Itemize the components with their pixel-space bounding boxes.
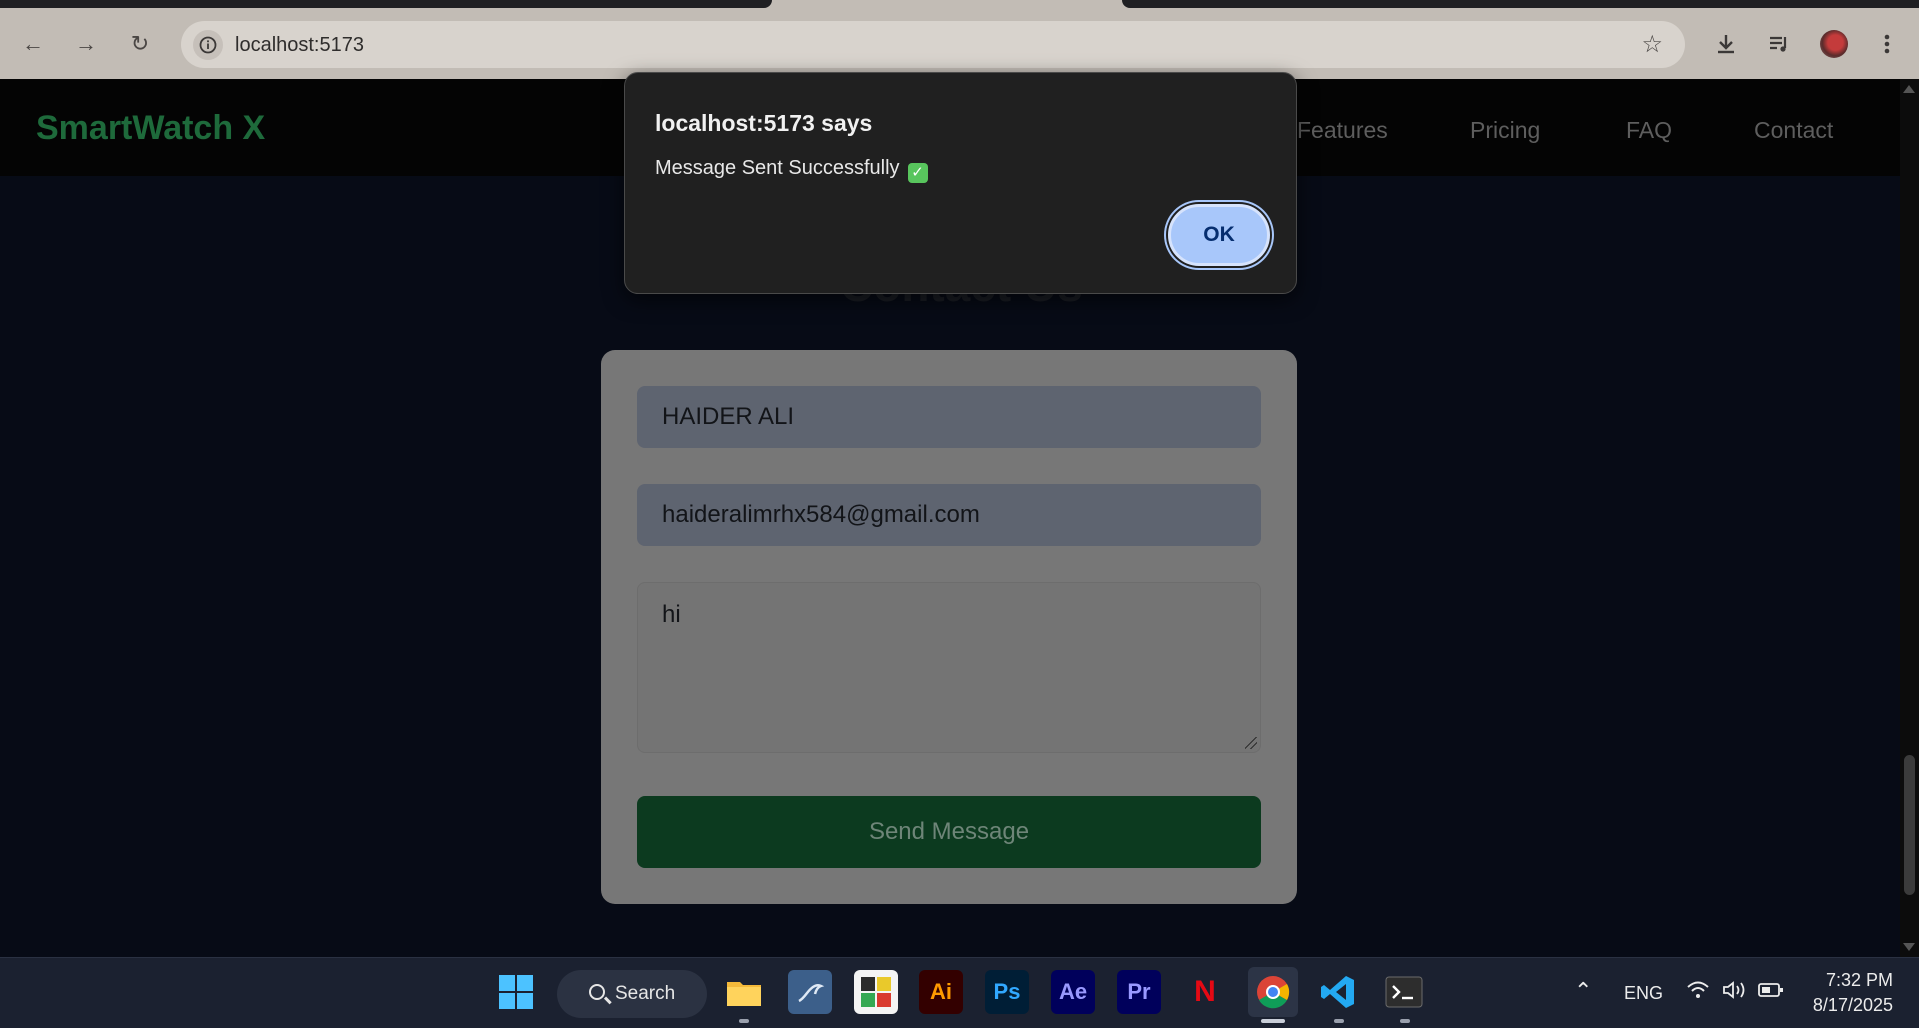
message-field[interactable]: hi <box>637 582 1261 753</box>
active-indicator <box>1261 1019 1285 1023</box>
tab-strip <box>0 0 1919 8</box>
clock-date[interactable]: 8/17/2025 <box>1807 995 1893 1016</box>
name-field[interactable]: HAIDER ALI <box>637 386 1261 448</box>
vscode-icon[interactable] <box>1316 970 1360 1014</box>
page-scrollbar[interactable] <box>1900 79 1919 957</box>
scroll-up-arrow[interactable] <box>1903 85 1915 93</box>
start-windows-icon[interactable] <box>494 970 538 1014</box>
send-message-button[interactable]: Send Message <box>637 796 1261 868</box>
resize-handle-icon[interactable] <box>1245 737 1257 749</box>
dialog-message: Message Sent Successfully ✓ <box>655 157 928 183</box>
taskbar-search[interactable]: Search <box>557 970 707 1018</box>
url-text: localhost:5173 <box>235 34 364 56</box>
game-app-icon[interactable] <box>854 970 898 1014</box>
dialog-message-text: Message Sent Successfully <box>655 157 900 179</box>
scrollbar-thumb[interactable] <box>1904 755 1915 895</box>
running-indicator <box>1400 1019 1410 1023</box>
contact-form: HAIDER ALI haideralimrhx584@gmail.com hi… <box>601 350 1297 904</box>
search-icon <box>589 984 605 1000</box>
reload-icon[interactable]: ↻ <box>126 30 154 58</box>
nav-contact[interactable]: Contact <box>1754 117 1833 144</box>
bookmark-star-icon[interactable]: ☆ <box>1641 30 1663 59</box>
download-icon[interactable] <box>1712 30 1740 58</box>
terminal-icon[interactable] <box>1382 970 1426 1014</box>
premiere-pro-icon[interactable]: Pr <box>1117 970 1161 1014</box>
illustrator-icon[interactable]: Ai <box>919 970 963 1014</box>
media-control-icon[interactable] <box>1765 30 1793 58</box>
language-indicator[interactable]: ENG <box>1624 983 1663 1004</box>
file-explorer-icon[interactable] <box>722 970 766 1014</box>
ok-button[interactable]: OK <box>1168 204 1270 266</box>
running-indicator <box>1334 1019 1344 1023</box>
brand-logo[interactable]: SmartWatch X <box>36 109 265 148</box>
back-icon[interactable]: ← <box>19 30 47 58</box>
address-bar[interactable]: localhost:5173 ☆ <box>181 21 1685 68</box>
alert-dialog: localhost:5173 says Message Sent Success… <box>624 72 1297 294</box>
photoshop-icon[interactable]: Ps <box>985 970 1029 1014</box>
after-effects-icon[interactable]: Ae <box>1051 970 1095 1014</box>
message-text: hi <box>662 601 681 628</box>
netflix-icon[interactable]: N <box>1183 970 1227 1014</box>
chrome-icon[interactable] <box>1248 967 1298 1017</box>
mysql-workbench-icon[interactable] <box>788 970 832 1014</box>
check-mark-icon: ✓ <box>907 163 928 183</box>
nav-faq[interactable]: FAQ <box>1626 117 1672 144</box>
search-label: Search <box>615 983 676 1004</box>
site-info-icon[interactable] <box>193 30 223 60</box>
nav-features[interactable]: Features <box>1297 117 1388 144</box>
battery-icon[interactable] <box>1758 982 1784 1003</box>
forward-icon[interactable]: → <box>72 30 100 58</box>
tab-inactive-right[interactable] <box>1122 0 1919 8</box>
scroll-down-arrow[interactable] <box>1903 943 1915 951</box>
profile-avatar[interactable] <box>1820 30 1848 58</box>
clock-time[interactable]: 7:32 PM <box>1825 970 1893 991</box>
volume-icon[interactable] <box>1722 980 1748 1005</box>
menu-kebab-icon[interactable] <box>1873 30 1901 58</box>
email-field[interactable]: haideralimrhx584@gmail.com <box>637 484 1261 546</box>
browser-toolbar: ← → ↻ localhost:5173 ☆ <box>0 8 1919 79</box>
wifi-icon[interactable] <box>1686 980 1710 1005</box>
tray-overflow-chevron-icon[interactable]: ⌃ <box>1574 978 1592 1004</box>
running-indicator <box>739 1019 749 1023</box>
dialog-title: localhost:5173 says <box>655 110 873 136</box>
tab-inactive-left[interactable] <box>0 0 772 8</box>
nav-pricing[interactable]: Pricing <box>1470 117 1540 144</box>
taskbar: Search Ai Ps Ae Pr N ⌃ ENG 7:32 PM 8/17/… <box>0 957 1919 1028</box>
